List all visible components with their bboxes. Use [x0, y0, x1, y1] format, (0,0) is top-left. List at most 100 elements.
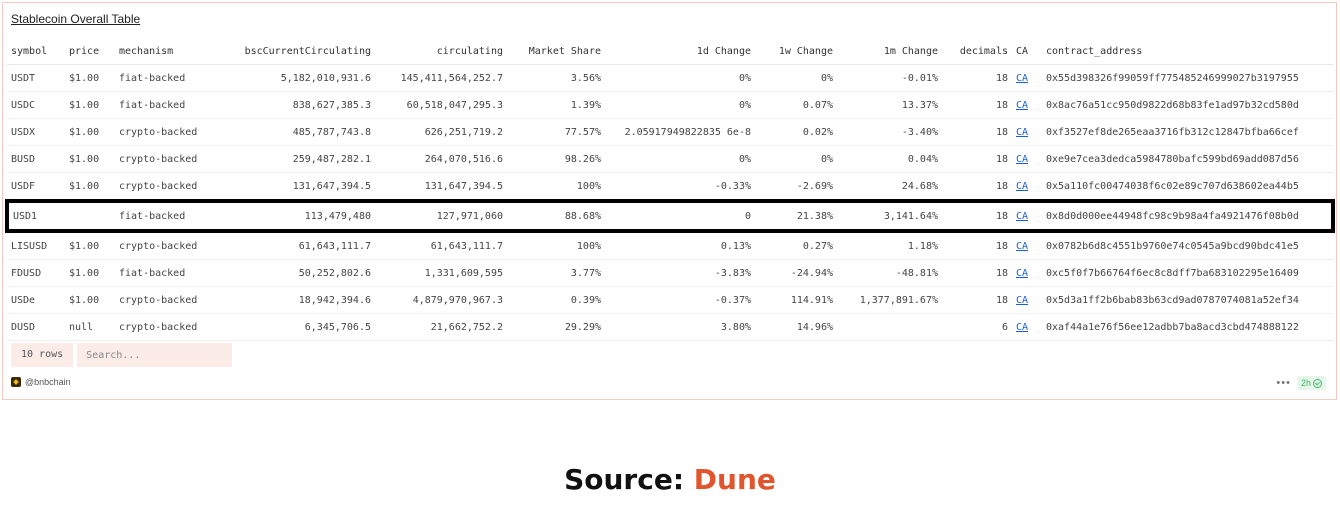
cell-circulating: 264,070,516.6: [375, 145, 507, 173]
table-footer-controls: 10 rows: [11, 343, 233, 367]
cell-price: null: [65, 313, 115, 341]
ca-link: CA: [1012, 64, 1042, 92]
ca-link[interactable]: CA: [1016, 295, 1028, 306]
ca-link[interactable]: CA: [1016, 268, 1028, 279]
cell-contract-address: 0xc5f0f7b66764f6ec8c8dff7ba683102295e164…: [1042, 259, 1333, 287]
cell-1d-change: 2.05917949822835 6e-8: [605, 118, 755, 146]
cell-1d-change: -3.83%: [605, 259, 755, 287]
cell-market-share: 3.77%: [507, 259, 605, 287]
table-row[interactable]: FDUSD $1.00 fiat-backed 50,252,802.6 1,331,6…: [7, 259, 1333, 287]
cell-circulating: 4,879,970,967.3: [375, 286, 507, 314]
table-row[interactable]: LISUSD $1.00 crypto-backed 61,643,111.7 61,6…: [7, 231, 1333, 260]
search-input[interactable]: [77, 343, 233, 367]
cell-circulating: 61,643,111.7: [375, 231, 507, 260]
cell-1d-change: 0%: [605, 145, 755, 173]
cell-symbol: USD1: [5, 199, 65, 233]
cell-1m-change: [837, 313, 942, 341]
ca-link[interactable]: CA: [1016, 127, 1028, 138]
table-row[interactable]: DUSD null crypto-backed 6,345,706.5 21,662,7…: [7, 313, 1333, 341]
cell-decimals: 18: [942, 199, 1012, 233]
col-symbol[interactable]: symbol: [7, 39, 65, 65]
author-attribution[interactable]: @bnbchain: [11, 377, 71, 387]
cell-1d-change: 0: [605, 199, 755, 233]
col-ca[interactable]: CA: [1012, 39, 1042, 65]
ca-link: CA: [1012, 118, 1042, 146]
cell-contract-address: 0x0782b6d8c4551b9760e74c0545a9bcd90bdc41…: [1042, 231, 1333, 260]
cell-market-share: 77.57%: [507, 118, 605, 146]
cell-market-share: 100%: [507, 231, 605, 260]
cell-mechanism: fiat-backed: [115, 259, 225, 287]
cell-1m-change: -3.40%: [837, 118, 942, 146]
cell-mechanism: fiat-backed: [115, 199, 225, 233]
cell-symbol: LISUSD: [7, 231, 65, 260]
source-prefix: Source:: [564, 463, 694, 496]
ca-link[interactable]: CA: [1016, 154, 1028, 165]
cell-1m-change: 24.68%: [837, 172, 942, 202]
cell-1d-change: 3.80%: [605, 313, 755, 341]
cell-circulating: 131,647,394.5: [375, 172, 507, 202]
cell-price: $1.00: [65, 64, 115, 92]
header-row: symbol price mechanism bscCurrentCircula…: [7, 39, 1333, 65]
ca-link[interactable]: CA: [1016, 241, 1028, 252]
more-options-icon[interactable]: •••: [1276, 377, 1291, 389]
ca-link[interactable]: CA: [1016, 211, 1028, 222]
cell-price: $1.00: [65, 145, 115, 173]
col-bsc-circulating[interactable]: bscCurrentCirculating: [225, 39, 375, 65]
query-meta: ••• 2h: [1276, 376, 1326, 390]
cell-contract-address: 0x55d398326f99059ff775485246999027b31979…: [1042, 64, 1333, 92]
cell-bsc-circulating: 61,643,111.7: [225, 231, 375, 260]
cell-price: $1.00: [65, 118, 115, 146]
ca-link[interactable]: CA: [1016, 181, 1028, 192]
cell-1w-change: 0.27%: [755, 231, 837, 260]
col-circulating[interactable]: circulating: [375, 39, 507, 65]
table-row[interactable]: USDC $1.00 fiat-backed 838,627,385.3 60,518,…: [7, 91, 1333, 119]
col-1d-change[interactable]: 1d Change: [605, 39, 755, 65]
col-market-share[interactable]: Market Share: [507, 39, 605, 65]
cell-circulating: 21,662,752.2: [375, 313, 507, 341]
table-row[interactable]: BUSD $1.00 crypto-backed 259,487,282.1 264,0…: [7, 145, 1333, 173]
ca-link: CA: [1012, 231, 1042, 260]
col-contract-address[interactable]: contract_address: [1042, 39, 1333, 65]
cell-bsc-circulating: 18,942,394.6: [225, 286, 375, 314]
cell-symbol: BUSD: [7, 145, 65, 173]
cell-circulating: 60,518,047,295.3: [375, 91, 507, 119]
col-decimals[interactable]: decimals: [942, 39, 1012, 65]
cell-mechanism: crypto-backed: [115, 231, 225, 260]
cell-bsc-circulating: 485,787,743.8: [225, 118, 375, 146]
ca-link: CA: [1012, 91, 1042, 119]
rows-count-badge: 10 rows: [11, 343, 74, 367]
ca-link[interactable]: CA: [1016, 100, 1028, 111]
col-mechanism[interactable]: mechanism: [115, 39, 225, 65]
table-row[interactable]: USD1 fiat-backed 113,479,480 127,971,060 88.…: [5, 199, 1335, 233]
table-title[interactable]: Stablecoin Overall Table: [11, 12, 140, 26]
cell-mechanism: crypto-backed: [115, 313, 225, 341]
cell-decimals: 18: [942, 118, 1012, 146]
author-name[interactable]: @bnbchain: [25, 377, 71, 387]
cell-price: $1.00: [65, 172, 115, 202]
cell-price: $1.00: [65, 91, 115, 119]
ca-link[interactable]: CA: [1016, 73, 1028, 84]
cell-1m-change: 0.04%: [837, 145, 942, 173]
cell-market-share: 100%: [507, 172, 605, 202]
ca-link: CA: [1012, 199, 1042, 233]
ca-link: CA: [1012, 172, 1042, 202]
table-row[interactable]: USDX $1.00 crypto-backed 485,787,743.8 626,2…: [7, 118, 1333, 146]
table-row[interactable]: USDF $1.00 crypto-backed 131,647,394.5 131,6…: [7, 172, 1333, 202]
cell-1w-change: -24.94%: [755, 259, 837, 287]
cell-mechanism: crypto-backed: [115, 172, 225, 202]
cell-price: $1.00: [65, 286, 115, 314]
cell-market-share: 98.26%: [507, 145, 605, 173]
cell-price: [65, 199, 115, 233]
cell-1d-change: -0.33%: [605, 172, 755, 202]
col-1w-change[interactable]: 1w Change: [755, 39, 837, 65]
col-1m-change[interactable]: 1m Change: [837, 39, 942, 65]
ca-link[interactable]: CA: [1016, 322, 1028, 333]
cell-bsc-circulating: 838,627,385.3: [225, 91, 375, 119]
cell-bsc-circulating: 5,182,010,931.6: [225, 64, 375, 92]
table-row[interactable]: USDe $1.00 crypto-backed 18,942,394.6 4,879,…: [7, 286, 1333, 314]
col-price[interactable]: price: [65, 39, 115, 65]
cell-decimals: 6: [942, 313, 1012, 341]
table-row[interactable]: USDT $1.00 fiat-backed 5,182,010,931.6 145,4…: [7, 64, 1333, 92]
cell-price: $1.00: [65, 259, 115, 287]
cell-circulating: 127,971,060: [375, 199, 507, 233]
